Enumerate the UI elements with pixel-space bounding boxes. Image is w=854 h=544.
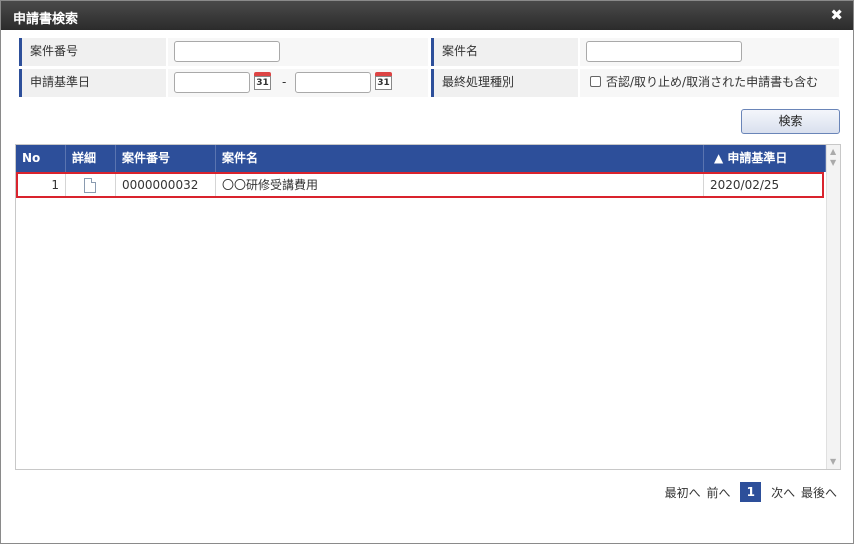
grid-header: No 詳細 案件番号 案件名 ▲ 申請基準日 bbox=[16, 145, 826, 172]
results-grid: No 詳細 案件番号 案件名 ▲ 申請基準日 1 0000000032 〇〇研修… bbox=[15, 144, 841, 470]
matter-name-cell bbox=[580, 38, 839, 66]
calendar-from-icon[interactable]: 31 bbox=[254, 72, 271, 90]
base-date-to-input[interactable] bbox=[295, 72, 371, 93]
final-type-cell: 否認/取り止め/取消された申請書も含む bbox=[580, 69, 839, 97]
scroll-down-icon[interactable]: ▼ bbox=[830, 457, 836, 466]
dialog-title: 申請書検索 bbox=[13, 12, 79, 27]
row-detail-cell[interactable] bbox=[66, 174, 116, 196]
page-next-link[interactable]: 次へ bbox=[771, 484, 795, 501]
page-last-link[interactable]: 最後へ bbox=[801, 484, 837, 501]
date-range-separator: - bbox=[282, 75, 287, 89]
scroll-up-icon[interactable]: ▲ bbox=[830, 147, 836, 156]
final-type-label: 最終処理種別 bbox=[431, 69, 578, 97]
row-matter-name: 〇〇研修受講費用 bbox=[216, 174, 704, 196]
page-prev-link[interactable]: 前へ bbox=[706, 484, 730, 501]
base-date-cell: 31 - 31 bbox=[168, 69, 428, 97]
search-dialog: 申請書検索 ✖ 案件番号 案件名 申請基準日 31 - 31 最終処理種別 否認… bbox=[0, 0, 854, 544]
matter-no-cell bbox=[168, 38, 428, 66]
row-base-date: 2020/02/25 bbox=[710, 178, 780, 192]
base-date-label: 申請基準日 bbox=[19, 69, 166, 97]
page-first-link[interactable]: 最初へ bbox=[665, 484, 701, 501]
form-row-2: 申請基準日 31 - 31 最終処理種別 否認/取り止め/取消された申請書も含む bbox=[19, 69, 839, 97]
page-current: 1 bbox=[740, 482, 762, 502]
row-no: 1 bbox=[18, 174, 66, 196]
header-detail[interactable]: 詳細 bbox=[66, 145, 116, 172]
header-no[interactable]: No bbox=[16, 145, 66, 172]
header-matter-no[interactable]: 案件番号 bbox=[116, 145, 216, 172]
header-base-date[interactable]: ▲ 申請基準日 bbox=[704, 145, 826, 172]
base-date-from-input[interactable] bbox=[174, 72, 250, 93]
header-matter-name[interactable]: 案件名 bbox=[216, 145, 704, 172]
matter-name-label: 案件名 bbox=[431, 38, 578, 66]
form-row-1: 案件番号 案件名 bbox=[19, 38, 839, 66]
calendar-to-icon-day: 31 bbox=[375, 76, 392, 90]
scroll-up-step-icon[interactable]: ▼ bbox=[830, 158, 836, 167]
calendar-to-icon[interactable]: 31 bbox=[375, 72, 392, 90]
include-rejected-label: 否認/取り止め/取消された申請書も含む bbox=[606, 75, 819, 89]
matter-no-input[interactable] bbox=[174, 41, 280, 62]
table-row[interactable]: 1 0000000032 〇〇研修受講費用 2020/02/25 bbox=[16, 172, 824, 198]
calendar-from-icon-day: 31 bbox=[254, 76, 271, 90]
search-button[interactable]: 検索 bbox=[741, 109, 840, 134]
grid-vertical-scrollbar[interactable]: ▲ ▼ ▼ bbox=[826, 145, 840, 469]
matter-name-input[interactable] bbox=[586, 41, 742, 62]
matter-no-label: 案件番号 bbox=[19, 38, 166, 66]
close-icon[interactable]: ✖ bbox=[830, 6, 843, 24]
pagination: 最初へ 前へ 1 次へ 最後へ bbox=[663, 482, 837, 502]
include-rejected-checkbox[interactable] bbox=[590, 76, 601, 87]
row-matter-no: 0000000032 bbox=[116, 174, 216, 196]
document-icon[interactable] bbox=[84, 178, 96, 193]
dialog-titlebar: 申請書検索 ✖ bbox=[1, 1, 853, 30]
